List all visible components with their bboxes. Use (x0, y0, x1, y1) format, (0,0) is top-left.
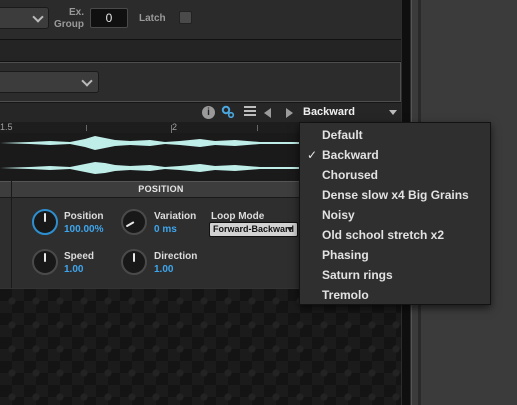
speed-value: 1.00 (64, 264, 84, 275)
next-preset-icon[interactable] (286, 108, 293, 118)
menu-item-label: Dense slow x4 Big Grains (322, 188, 469, 202)
direction-value: 1.00 (154, 264, 174, 275)
menu-item-dense-slow[interactable]: Dense slow x4 Big Grains (300, 185, 490, 205)
section-title-position: POSITION (138, 184, 184, 194)
section-separator (11, 181, 12, 288)
ex-group-label-line2: Group (54, 19, 84, 30)
menu-item-saturn-rings[interactable]: Saturn rings (300, 265, 490, 285)
background-pattern (0, 288, 401, 405)
ex-group-label-line1: Ex. (68, 7, 84, 18)
menu-item-default[interactable]: Default (300, 125, 490, 145)
loop-mode-value: Forward-Backward (213, 224, 295, 234)
top-dropdown[interactable] (0, 7, 49, 29)
ruler-tickmark (257, 125, 258, 131)
chevron-down-icon (287, 227, 293, 232)
menu-item-tremolo[interactable]: Tremolo (300, 285, 490, 305)
header-strip (0, 40, 401, 62)
position-value: 100.00% (64, 224, 104, 235)
ruler-tickmark (86, 125, 87, 131)
menu-item-backward[interactable]: ✓ Backward (300, 145, 490, 165)
list-icon[interactable] (243, 105, 257, 119)
latch-checkbox[interactable] (179, 11, 192, 24)
loop-mode-dropdown[interactable]: Forward-Backward (209, 222, 298, 237)
menu-item-noisy[interactable]: Noisy (300, 205, 490, 225)
menu-item-phasing[interactable]: Phasing (300, 245, 490, 265)
speed-label: Speed (64, 251, 95, 262)
chevron-down-icon (32, 11, 44, 23)
menu-item-label: Tremolo (322, 288, 369, 302)
variation-label: Variation (154, 211, 197, 222)
preset-dropdown-menu: Default ✓ Backward Chorused Dense slow x4… (299, 122, 491, 305)
direction-knob[interactable] (121, 249, 147, 275)
position-label: Position (64, 211, 104, 222)
position-knob[interactable] (32, 209, 58, 235)
ex-group-field[interactable]: 0 (90, 8, 128, 28)
checkmark-icon: ✓ (307, 148, 318, 162)
direction-label: Direction (154, 251, 198, 262)
preset-selector[interactable]: Backward (303, 105, 355, 119)
menu-item-label: Saturn rings (322, 268, 393, 282)
menu-item-label: Old school stretch x2 (322, 228, 445, 242)
menu-item-old-school-stretch[interactable]: Old school stretch x2 (300, 225, 490, 245)
ruler-tickmark (171, 125, 172, 133)
speed-knob[interactable] (32, 249, 58, 275)
menu-item-label: Chorused (322, 168, 379, 182)
menu-item-label: Phasing (322, 248, 369, 262)
ruler-tick: 2 (172, 122, 178, 132)
variation-knob[interactable] (121, 209, 147, 235)
info-icon[interactable]: i (202, 106, 215, 119)
ruler-tick: 1.5 (0, 122, 13, 132)
previous-preset-icon[interactable] (264, 108, 271, 118)
latch-label: Latch (139, 13, 166, 24)
ex-group-label: Ex. Group (52, 7, 84, 31)
menu-item-chorused[interactable]: Chorused (300, 165, 490, 185)
variation-value: 0 ms (154, 224, 177, 235)
menu-item-label: Backward (322, 148, 379, 162)
chevron-down-icon (81, 75, 93, 87)
menu-item-label: Default (322, 128, 363, 142)
gear-icon[interactable] (221, 105, 235, 119)
preset-chevron-icon[interactable] (389, 110, 397, 115)
menu-item-label: Noisy (322, 208, 355, 222)
source-dropdown[interactable] (0, 71, 99, 93)
